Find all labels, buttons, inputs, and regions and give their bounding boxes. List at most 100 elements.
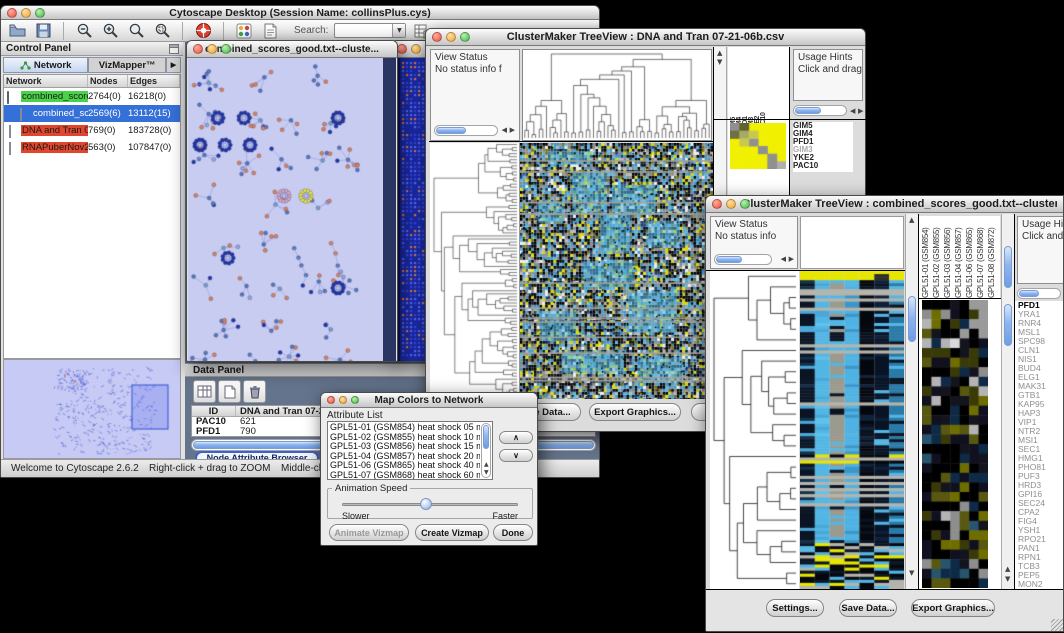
network1-canvas[interactable] (188, 58, 384, 361)
scroll-down-icon[interactable]: ▼ (1005, 576, 1010, 583)
search-input[interactable]: ▼ (334, 23, 406, 38)
tv2-detail-vscrollbar[interactable]: ▲ ▼ (1001, 214, 1014, 589)
scroll-left-icon[interactable]: ◀ (850, 108, 855, 115)
minimize-icon[interactable] (21, 8, 31, 18)
create-vizmap-button[interactable]: Create Vizmap (415, 524, 489, 541)
zoom-window-icon[interactable] (221, 44, 231, 54)
tv1-column-dendrogram[interactable] (522, 49, 712, 141)
tv1-row-dendrogram[interactable] (430, 143, 520, 399)
main-titlebar[interactable]: Cytoscape Desktop (Session Name: collins… (1, 6, 599, 20)
tv2-settings-button[interactable]: Settings... (766, 599, 824, 617)
network-row[interactable]: DNA and Tran 07 769(0) 183728(0) (4, 122, 180, 139)
tv1-heatmap-canvas[interactable] (520, 143, 713, 399)
tv1-status-hscrollbar[interactable] (434, 125, 498, 136)
tv2-main-vscrollbar[interactable]: ▲ ▼ (905, 214, 918, 589)
move-down-button[interactable]: ∨ (499, 449, 533, 462)
tab-network[interactable]: Network (3, 57, 88, 73)
tv2-column-label[interactable]: GPL51-07 (GSM868) (976, 216, 987, 298)
scroll-down-icon[interactable]: ▼ (484, 469, 489, 476)
zoom-fit-icon[interactable] (126, 21, 146, 41)
tv1-correlation-heatmap[interactable] (730, 123, 786, 169)
list-vscrollbar[interactable]: ▲ ▼ (481, 423, 491, 478)
network-row[interactable]: RNAPuberNov2+! 563(0) 107847(0) (4, 139, 180, 156)
close-icon[interactable] (397, 44, 407, 54)
attribute-listbox[interactable]: GPL51-01 (GSM854) heat shock 05 minGPL51… (327, 421, 493, 480)
zoom-window-icon[interactable] (35, 8, 45, 18)
close-icon[interactable] (327, 396, 335, 404)
attribute-list-item[interactable]: GPL51-02 (GSM855) heat shock 10 min (328, 432, 480, 442)
tv2-gene-label[interactable]: MON2 (1018, 580, 1064, 589)
scroll-down-icon[interactable]: ▼ (909, 570, 914, 577)
attribute-list-item[interactable]: GPL51-01 (GSM854) heat shock 05 min (328, 422, 480, 432)
tv2-column-label[interactable]: GPL51-06 (GSM865) (965, 216, 976, 298)
close-icon[interactable] (432, 32, 442, 42)
attribute-list-item[interactable]: GPL51-06 (GSM865) heat shock 40 min (328, 460, 480, 470)
col-id[interactable]: ID (192, 406, 236, 416)
treeview2-titlebar[interactable]: ClusterMaker TreeView : combined_scores_… (706, 196, 1063, 213)
attribute-select-icon[interactable] (193, 380, 216, 403)
animate-vizmap-button[interactable]: Animate Vizmap (329, 524, 409, 541)
zoom-window-icon[interactable] (351, 396, 359, 404)
zoom-window-icon[interactable] (460, 32, 470, 42)
done-button[interactable]: Done (493, 524, 533, 541)
tv1-export-graphics-button[interactable]: Export Graphics... (589, 403, 681, 421)
tv2-column-label[interactable]: GPL51-08 (GSM872) (987, 216, 998, 298)
save-icon[interactable] (33, 21, 53, 41)
minimize-icon[interactable] (339, 396, 347, 404)
tv2-column-label[interactable]: GPL51-01 (GSM854) (921, 216, 932, 298)
help-lifesaver-icon[interactable] (193, 21, 213, 41)
tv2-detail-heatmap-canvas[interactable] (922, 300, 988, 588)
vizmap-nodes-icon[interactable] (234, 21, 254, 41)
scroll-left-icon[interactable]: ◀ (502, 127, 507, 134)
scroll-right-icon[interactable]: ▶ (510, 127, 515, 134)
zoom-selected-icon[interactable] (152, 21, 172, 41)
speed-slider-thumb[interactable] (420, 498, 432, 510)
close-icon[interactable] (7, 8, 17, 18)
minimize-icon[interactable] (726, 199, 736, 209)
network-row[interactable]: combined_scores 2764(0) 16218(0) (4, 88, 180, 105)
scroll-right-icon[interactable]: ▶ (789, 256, 794, 263)
tv2-row-dendrogram-canvas[interactable] (710, 271, 798, 589)
scroll-up-icon[interactable]: ▲ (1005, 566, 1010, 573)
scroll-left-icon[interactable]: ◀ (781, 256, 786, 263)
tv2-export-graphics-button[interactable]: Export Graphics... (911, 599, 995, 617)
birdseye-canvas[interactable] (4, 360, 180, 458)
tv2-status-hscrollbar[interactable] (714, 254, 772, 265)
dialog-titlebar[interactable]: Map Colors to Network (321, 393, 537, 408)
network1-titlebar[interactable]: combined_scores_good.txt--cluste... (187, 41, 397, 58)
annotation-icon[interactable] (260, 21, 280, 41)
tv1-row-dendrogram-canvas[interactable] (430, 143, 519, 399)
chevron-down-icon[interactable]: ▼ (392, 24, 405, 37)
network-row[interactable]: combined_sco 2569(6) 13112(15) (4, 105, 180, 122)
zoom-in-icon[interactable] (100, 21, 120, 41)
tab-overflow-button[interactable]: ▶ (166, 57, 181, 73)
delete-attribute-icon[interactable] (243, 380, 266, 403)
open-file-icon[interactable] (7, 21, 27, 41)
scroll-down-icon[interactable]: ▼ (717, 59, 722, 66)
tv1-gene-label[interactable]: PAC10 (793, 162, 853, 170)
minimize-icon[interactable] (411, 44, 421, 54)
tv2-column-label[interactable]: GPL51-02 (GSM855) (932, 216, 943, 298)
scroll-up-icon[interactable]: ▲ (484, 461, 489, 468)
attribute-list-item[interactable]: GPL51-03 (GSM856) heat shock 15 min (328, 441, 480, 451)
resize-grip[interactable] (1051, 619, 1063, 631)
birdseye-panel[interactable] (3, 359, 181, 459)
float-panel-icon[interactable] (169, 44, 179, 57)
move-up-button[interactable]: ∧ (499, 431, 533, 444)
new-attribute-icon[interactable] (218, 380, 241, 403)
attribute-list-item[interactable]: GPL51-07 (GSM868) heat shock 60 min (328, 470, 480, 480)
attribute-list-item[interactable]: GPL51-04 (GSM857) heat shock 20 min (328, 451, 480, 461)
tv1-column-dendrogram-canvas[interactable] (523, 50, 711, 140)
tab-vizmapper[interactable]: VizMapper™ (88, 57, 166, 73)
zoom-window-icon[interactable] (740, 199, 750, 209)
close-icon[interactable] (193, 44, 203, 54)
col-nodes[interactable]: Nodes (88, 75, 128, 87)
tv2-column-label[interactable]: GPL51-03 (GSM856) (943, 216, 954, 298)
col-network[interactable]: Network (4, 75, 88, 87)
scroll-up-icon[interactable]: ▲ (717, 50, 722, 57)
zoom-out-icon[interactable] (74, 21, 94, 41)
close-icon[interactable] (712, 199, 722, 209)
tv2-save-data-button[interactable]: Save Data... (839, 599, 897, 617)
scroll-up-icon[interactable]: ▲ (909, 217, 914, 224)
network1-vscrollbar[interactable] (383, 58, 396, 361)
